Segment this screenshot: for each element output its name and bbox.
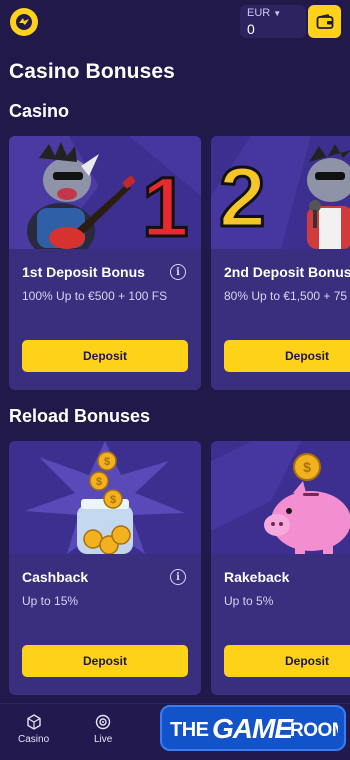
live-icon — [95, 714, 111, 730]
wallet-button[interactable] — [308, 5, 341, 38]
svg-text:THE: THE — [170, 719, 209, 741]
svg-text:$: $ — [303, 459, 311, 475]
bonus-card[interactable]: 2 2nd Deposit Bonus 80% Up to €1,500 + 7… — [211, 136, 350, 390]
deposit-button[interactable]: Deposit — [22, 645, 188, 677]
thegameroom-watermark-logo: THE GAME ROOM — [160, 705, 346, 751]
second-deposit-illustration: 2 — [211, 136, 350, 249]
casino-bonus-row[interactable]: 1 1st Deposit Bonus i 100% Up to €500 + … — [9, 136, 350, 390]
card-title: Rakeback — [224, 569, 290, 585]
digit-two-graphic: 2 — [219, 150, 266, 244]
section-title-reload: Reload Bonuses — [9, 406, 151, 426]
page-title: Casino Bonuses — [9, 60, 175, 83]
top-bar: EUR ▼ 0 — [0, 0, 350, 46]
dice-icon — [26, 714, 41, 730]
info-icon[interactable]: i — [170, 264, 186, 280]
info-icon[interactable]: i — [170, 569, 186, 585]
balance-value: 0 — [247, 21, 255, 37]
digit-one-graphic: 1 — [142, 160, 189, 249]
balance-selector[interactable]: EUR ▼ 0 — [240, 5, 306, 38]
cashback-illustration: $ $ $ — [9, 441, 201, 554]
svg-text:$: $ — [96, 476, 102, 488]
svg-text:ROOM: ROOM — [290, 720, 338, 741]
card-title: 2nd Deposit Bonus — [224, 264, 350, 280]
chevron-down-icon: ▼ — [273, 8, 282, 18]
card-title: 1st Deposit Bonus — [22, 264, 145, 280]
svg-text:GAME: GAME — [212, 713, 294, 744]
svg-text:$: $ — [110, 494, 116, 506]
first-deposit-illustration: 1 — [9, 136, 201, 249]
card-subtitle: Up to 15% — [22, 594, 79, 608]
currency-label: EUR — [247, 7, 271, 19]
brand-logo-icon[interactable] — [10, 8, 38, 36]
section-title-casino: Casino — [9, 101, 70, 121]
nav-label: Casino — [18, 734, 50, 745]
card-subtitle: Up to 5% — [224, 594, 274, 608]
deposit-button[interactable]: Deposit — [22, 340, 188, 372]
nav-item-casino[interactable]: Casino — [18, 714, 49, 745]
card-subtitle: 80% Up to €1,500 + 75 FS — [224, 289, 350, 303]
bonus-card[interactable]: $ $ $ Cashback i Up to 15% Deposit — [9, 441, 201, 695]
nav-label: Live — [94, 734, 113, 745]
rakeback-illustration: $ — [211, 441, 350, 554]
deposit-button[interactable]: Deposit — [224, 645, 350, 677]
card-title: Cashback — [22, 569, 89, 585]
bonus-card[interactable]: $ Rakeback Up to 5% Deposit — [211, 441, 350, 695]
wallet-icon — [316, 13, 333, 29]
svg-text:$: $ — [104, 456, 110, 468]
bonus-card[interactable]: 1 1st Deposit Bonus i 100% Up to €500 + … — [9, 136, 201, 390]
reload-bonus-row[interactable]: $ $ $ Cashback i Up to 15% Deposit $ Rak… — [9, 441, 350, 695]
nav-item-live[interactable]: Live — [94, 714, 112, 745]
card-subtitle: 100% Up to €500 + 100 FS — [22, 289, 168, 303]
deposit-button[interactable]: Deposit — [224, 340, 350, 372]
